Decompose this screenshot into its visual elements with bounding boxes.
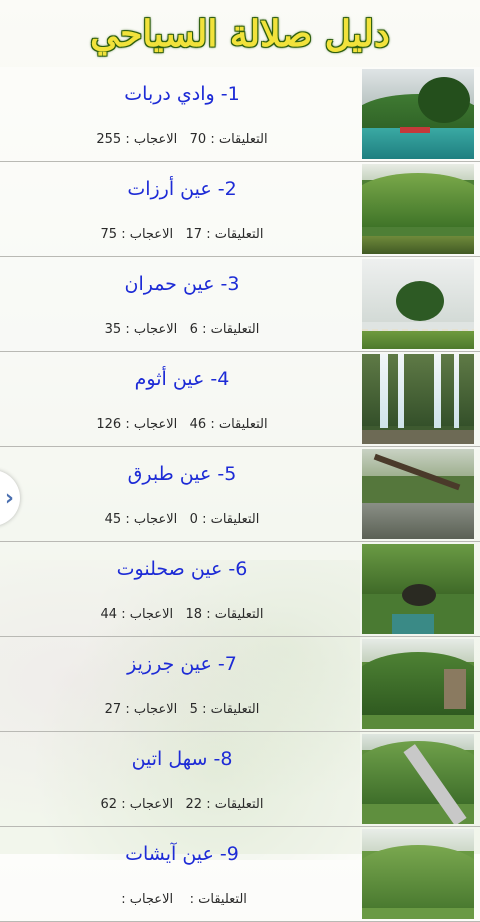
place-title: 4- عين أثوم (134, 368, 230, 390)
comments-count: 17 (185, 227, 203, 242)
chevron-right-icon: › (4, 485, 14, 511)
place-title: 8- سهل اتين (131, 748, 233, 770)
place-thumbnail[interactable] (362, 639, 474, 729)
place-stats: التعليقات : 18 الاعجاب : 44 (10, 607, 354, 622)
place-stats: التعليقات : 46 الاعجاب : 126 (10, 417, 354, 432)
list-item[interactable]: 7- عين جرزيز التعليقات : 5 الاعجاب : 27 (0, 637, 480, 732)
list-item[interactable]: 1- وادي دربات التعليقات : 70 الاعجاب : 2… (0, 67, 480, 162)
comments-label: التعليقات : (202, 322, 260, 337)
comments-label: التعليقات : (202, 702, 260, 717)
list-item[interactable]: 6- عين صحلنوت التعليقات : 18 الاعجاب : 4… (0, 542, 480, 637)
place-thumbnail[interactable] (362, 544, 474, 634)
place-thumbnail[interactable] (362, 829, 474, 919)
place-thumbnail[interactable] (362, 734, 474, 824)
place-thumbnail[interactable] (362, 354, 474, 444)
app-title: دليل صلالة السياحي (90, 12, 390, 55)
place-thumbnail[interactable] (362, 259, 474, 349)
place-stats: التعليقات : 5 الاعجاب : 27 (10, 702, 354, 717)
place-stats: التعليقات : 17 الاعجاب : 75 (10, 227, 354, 242)
list-item-text: 4- عين أثوم التعليقات : 46 الاعجاب : 126 (10, 352, 354, 446)
comments-label: التعليقات : (206, 607, 264, 622)
likes-label: الاعجاب : (125, 417, 178, 432)
list-item-text: 2- عين أرزات التعليقات : 17 الاعجاب : 75 (10, 162, 354, 256)
likes-label: الاعجاب : (121, 892, 174, 907)
comments-label: التعليقات : (206, 797, 264, 812)
comments-count: 46 (189, 417, 207, 432)
comments-label: التعليقات : (210, 417, 268, 432)
likes-label: الاعجاب : (125, 512, 178, 527)
list-item-text: 8- سهل اتين التعليقات : 22 الاعجاب : 62 (10, 732, 354, 826)
place-stats: التعليقات : الاعجاب : (10, 892, 354, 907)
comments-count: 5 (189, 702, 198, 717)
list-item[interactable]: 8- سهل اتين التعليقات : 22 الاعجاب : 62 (0, 732, 480, 827)
place-title: 1- وادي دربات (124, 83, 240, 105)
likes-count: 44 (100, 607, 118, 622)
likes-count: 27 (104, 702, 122, 717)
place-thumbnail[interactable] (362, 69, 474, 159)
list-item-text: 7- عين جرزيز التعليقات : 5 الاعجاب : 27 (10, 637, 354, 731)
place-stats: التعليقات : 70 الاعجاب : 255 (10, 132, 354, 147)
likes-count: 75 (100, 227, 118, 242)
place-stats: التعليقات : 6 الاعجاب : 35 (10, 322, 354, 337)
comments-count: 22 (185, 797, 203, 812)
places-list[interactable]: 1- وادي دربات التعليقات : 70 الاعجاب : 2… (0, 67, 480, 922)
list-item[interactable]: 5- عين طبرق التعليقات : 0 الاعجاب : 45 (0, 447, 480, 542)
list-item[interactable]: 2- عين أرزات التعليقات : 17 الاعجاب : 75 (0, 162, 480, 257)
place-title: 3- عين حمران (124, 273, 240, 295)
likes-label: الاعجاب : (125, 132, 178, 147)
likes-count: 35 (104, 322, 122, 337)
comments-count: 6 (189, 322, 198, 337)
likes-count: 45 (104, 512, 122, 527)
place-thumbnail[interactable] (362, 449, 474, 539)
comments-label: التعليقات : (206, 227, 264, 242)
list-item-text: 9- عين آيشات التعليقات : الاعجاب : (10, 827, 354, 921)
place-stats: التعليقات : 22 الاعجاب : 62 (10, 797, 354, 812)
place-title: 5- عين طبرق (127, 463, 237, 485)
comments-label: التعليقات : (202, 512, 260, 527)
list-item[interactable]: 3- عين حمران التعليقات : 6 الاعجاب : 35 (0, 257, 480, 352)
comments-count: 70 (189, 132, 207, 147)
likes-label: الاعجاب : (121, 797, 174, 812)
comments-count: 18 (185, 607, 203, 622)
likes-label: الاعجاب : (121, 227, 174, 242)
place-title: 6- عين صحلنوت (116, 558, 248, 580)
likes-label: الاعجاب : (121, 607, 174, 622)
place-title: 2- عين أرزات (127, 178, 237, 200)
place-title: 9- عين آيشات (125, 843, 239, 865)
list-item-text: 3- عين حمران التعليقات : 6 الاعجاب : 35 (10, 257, 354, 351)
comments-count: 0 (189, 512, 198, 527)
list-item[interactable]: 4- عين أثوم التعليقات : 46 الاعجاب : 126 (0, 352, 480, 447)
likes-count: 255 (96, 132, 122, 147)
place-stats: التعليقات : 0 الاعجاب : 45 (10, 512, 354, 527)
comments-label: التعليقات : (189, 892, 247, 907)
likes-count: 126 (96, 417, 122, 432)
list-item-text: 6- عين صحلنوت التعليقات : 18 الاعجاب : 4… (10, 542, 354, 636)
app-header: دليل صلالة السياحي (0, 0, 480, 67)
likes-count: 62 (100, 797, 118, 812)
list-item-text: 5- عين طبرق التعليقات : 0 الاعجاب : 45 (10, 447, 354, 541)
comments-label: التعليقات : (210, 132, 268, 147)
likes-label: الاعجاب : (125, 702, 178, 717)
likes-label: الاعجاب : (125, 322, 178, 337)
list-item[interactable]: 9- عين آيشات التعليقات : الاعجاب : (0, 827, 480, 922)
list-item-text: 1- وادي دربات التعليقات : 70 الاعجاب : 2… (10, 67, 354, 161)
place-thumbnail[interactable] (362, 164, 474, 254)
place-title: 7- عين جرزيز (127, 653, 237, 675)
